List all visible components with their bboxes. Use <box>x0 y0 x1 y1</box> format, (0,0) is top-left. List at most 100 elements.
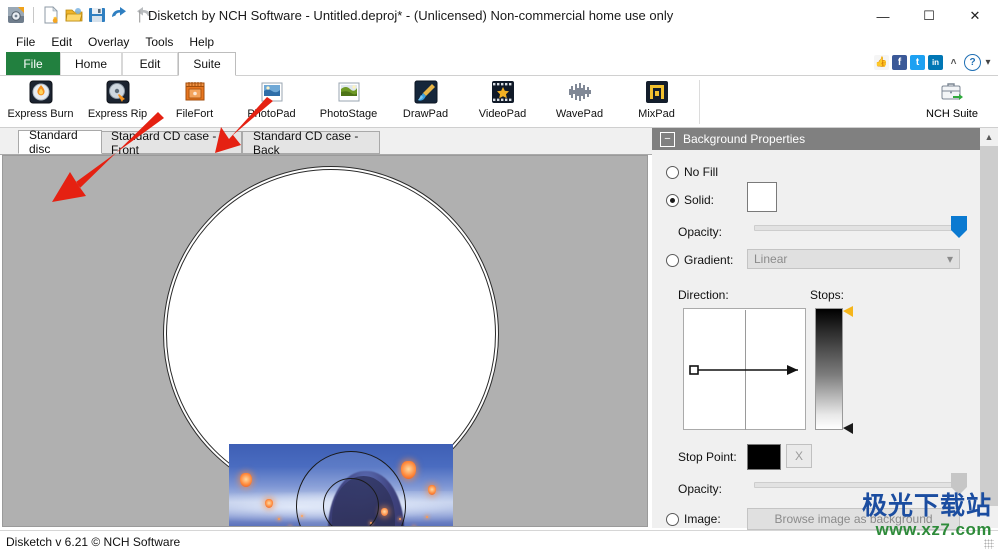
ribbon-button-filefort[interactable]: FileFort <box>156 76 233 126</box>
undo-icon[interactable] <box>110 5 130 25</box>
open-icon[interactable] <box>64 5 84 25</box>
ribbon-button-label: FileFort <box>175 108 214 120</box>
doc-tab-standard-disc[interactable]: Standard disc <box>18 128 102 156</box>
ribbon-tab-edit[interactable]: Edit <box>122 52 178 76</box>
panel-scrollbar[interactable]: ▲ <box>980 128 998 528</box>
scrollbar-thumb[interactable] <box>980 146 998 506</box>
ribbon-button-drawpad[interactable]: DrawPad <box>387 76 464 126</box>
opacity-stop-slider[interactable] <box>754 473 967 495</box>
gradient-label: Gradient: <box>684 253 734 267</box>
scroll-up-arrow-icon[interactable]: ▲ <box>980 128 998 146</box>
no-fill-label: No Fill <box>684 165 719 179</box>
facebook-icon[interactable]: f <box>892 55 907 70</box>
save-icon[interactable] <box>87 5 107 25</box>
opacity-stop-row: Opacity: <box>678 482 722 496</box>
direction-label: Direction: <box>678 288 729 302</box>
minimize-button[interactable]: — <box>860 0 906 32</box>
ribbon-button-label: MixPad <box>638 108 675 120</box>
twitter-icon[interactable]: t <box>910 55 925 70</box>
menu-overlay[interactable]: Overlay <box>80 33 137 51</box>
gradient-direction-picker[interactable] <box>683 308 806 430</box>
app-icon[interactable] <box>6 5 26 25</box>
ribbon-body: Express Burn Express Rip FileFort PhotoP… <box>0 76 998 128</box>
social-links: 👍 f t in ˄ ? ▾ <box>874 54 992 71</box>
ribbon-button-label: Express Burn <box>7 108 74 120</box>
panel-header[interactable]: − Background Properties <box>652 128 980 150</box>
thumbs-up-icon[interactable]: 👍 <box>874 55 889 70</box>
ribbon-tab-suite[interactable]: Suite <box>178 52 236 76</box>
ribbon-button-express-rip[interactable]: Express Rip <box>79 76 156 126</box>
no-fill-radio[interactable] <box>666 165 679 179</box>
solid-label: Solid: <box>684 193 715 207</box>
new-icon[interactable] <box>41 5 61 25</box>
ribbon-tab-file[interactable]: File <box>6 52 60 76</box>
disketch-window: | Disketch by NCH Software - Untitled.de… <box>0 0 998 552</box>
ribbon-button-photostage[interactable]: PhotoStage <box>310 76 387 126</box>
solid-radio[interactable] <box>666 193 679 207</box>
document-tab-strip: Standard disc Standard CD case - Front S… <box>0 128 652 157</box>
gradient-option[interactable]: Gradient: <box>666 253 733 267</box>
gradient-stops-bar[interactable] <box>815 308 843 430</box>
menu-file[interactable]: File <box>8 33 43 51</box>
opacity-stop-thumb[interactable] <box>951 473 967 495</box>
menu-edit[interactable]: Edit <box>43 33 80 51</box>
menu-tools[interactable]: Tools <box>137 33 181 51</box>
no-fill-option[interactable]: No Fill <box>666 165 718 179</box>
direction-row: Direction: <box>678 288 729 302</box>
doc-tab-cd-case-back[interactable]: Standard CD case - Back <box>242 129 380 157</box>
ribbon-button-photopad[interactable]: PhotoPad <box>233 76 310 126</box>
status-bar: Disketch v 6.21 © NCH Software <box>0 530 998 552</box>
clear-stop-button[interactable]: X <box>786 444 812 468</box>
menu-help[interactable]: Help <box>181 33 222 51</box>
opacity-solid-slider[interactable] <box>754 216 967 238</box>
filefort-icon <box>182 79 208 105</box>
photostage-icon <box>336 79 362 105</box>
ribbon-button-mixpad[interactable]: MixPad <box>618 76 695 126</box>
drawpad-icon <box>413 79 439 105</box>
help-icon[interactable]: ? <box>964 54 981 71</box>
image-option[interactable]: Image: <box>666 512 721 526</box>
lantern-icon <box>264 498 273 508</box>
title-bar: | Disketch by NCH Software - Untitled.de… <box>0 0 998 32</box>
opacity-solid-thumb[interactable] <box>951 216 967 238</box>
dropdown-arrow-icon[interactable]: ▾ <box>984 55 992 70</box>
nch-suite-label: NCH Suite <box>926 108 978 120</box>
videopad-icon <box>490 79 516 105</box>
stop-point-color-swatch[interactable] <box>747 444 781 470</box>
maximize-button[interactable]: ☐ <box>906 0 952 32</box>
ribbon-button-express-burn[interactable]: Express Burn <box>2 76 79 126</box>
gradient-radio[interactable] <box>666 253 679 267</box>
chevron-up-icon[interactable]: ˄ <box>946 55 961 70</box>
linkedin-icon[interactable]: in <box>928 55 943 70</box>
solid-option[interactable]: Solid: <box>666 193 714 207</box>
collapse-icon[interactable]: − <box>660 131 675 147</box>
ribbon-button-label: DrawPad <box>402 108 449 120</box>
resize-grip-icon[interactable] <box>984 539 994 549</box>
ribbon-button-videopad[interactable]: VideoPad <box>464 76 541 126</box>
solid-color-swatch[interactable] <box>747 182 777 212</box>
spark-icon <box>426 515 429 518</box>
panel-body: No Fill Solid: Opacity: Gradient: Linear… <box>652 150 980 530</box>
ribbon-button-label: WavePad <box>555 108 604 120</box>
ribbon-button-label: PhotoPad <box>247 108 296 120</box>
ribbon-button-label: Express Rip <box>87 108 148 120</box>
image-label: Image: <box>684 512 721 526</box>
doc-tab-cd-case-front[interactable]: Standard CD case - Front <box>100 129 242 157</box>
image-radio[interactable] <box>666 512 679 526</box>
stop-point-label: Stop Point: <box>678 450 737 464</box>
ribbon-button-wavepad[interactable]: WavePad <box>541 76 618 126</box>
ribbon-tab-home[interactable]: Home <box>60 52 122 76</box>
stop-marker-bottom-icon[interactable] <box>841 422 855 436</box>
browse-image-button[interactable]: Browse image as background <box>747 508 960 530</box>
design-canvas[interactable] <box>2 155 648 527</box>
mixpad-icon <box>644 79 670 105</box>
stop-marker-top-icon[interactable] <box>841 305 855 319</box>
chevron-down-icon[interactable]: ▾ <box>947 252 953 266</box>
nch-suite-button[interactable]: NCH Suite <box>914 76 990 126</box>
title-divider: | <box>138 8 142 23</box>
ribbon-button-label: PhotoStage <box>319 108 378 120</box>
window-title: Disketch by NCH Software - Untitled.depr… <box>148 8 674 23</box>
close-button[interactable]: ✕ <box>952 0 998 32</box>
gradient-type-select[interactable]: Linear ▾ <box>747 249 960 269</box>
ribbon-button-label: VideoPad <box>478 108 527 120</box>
